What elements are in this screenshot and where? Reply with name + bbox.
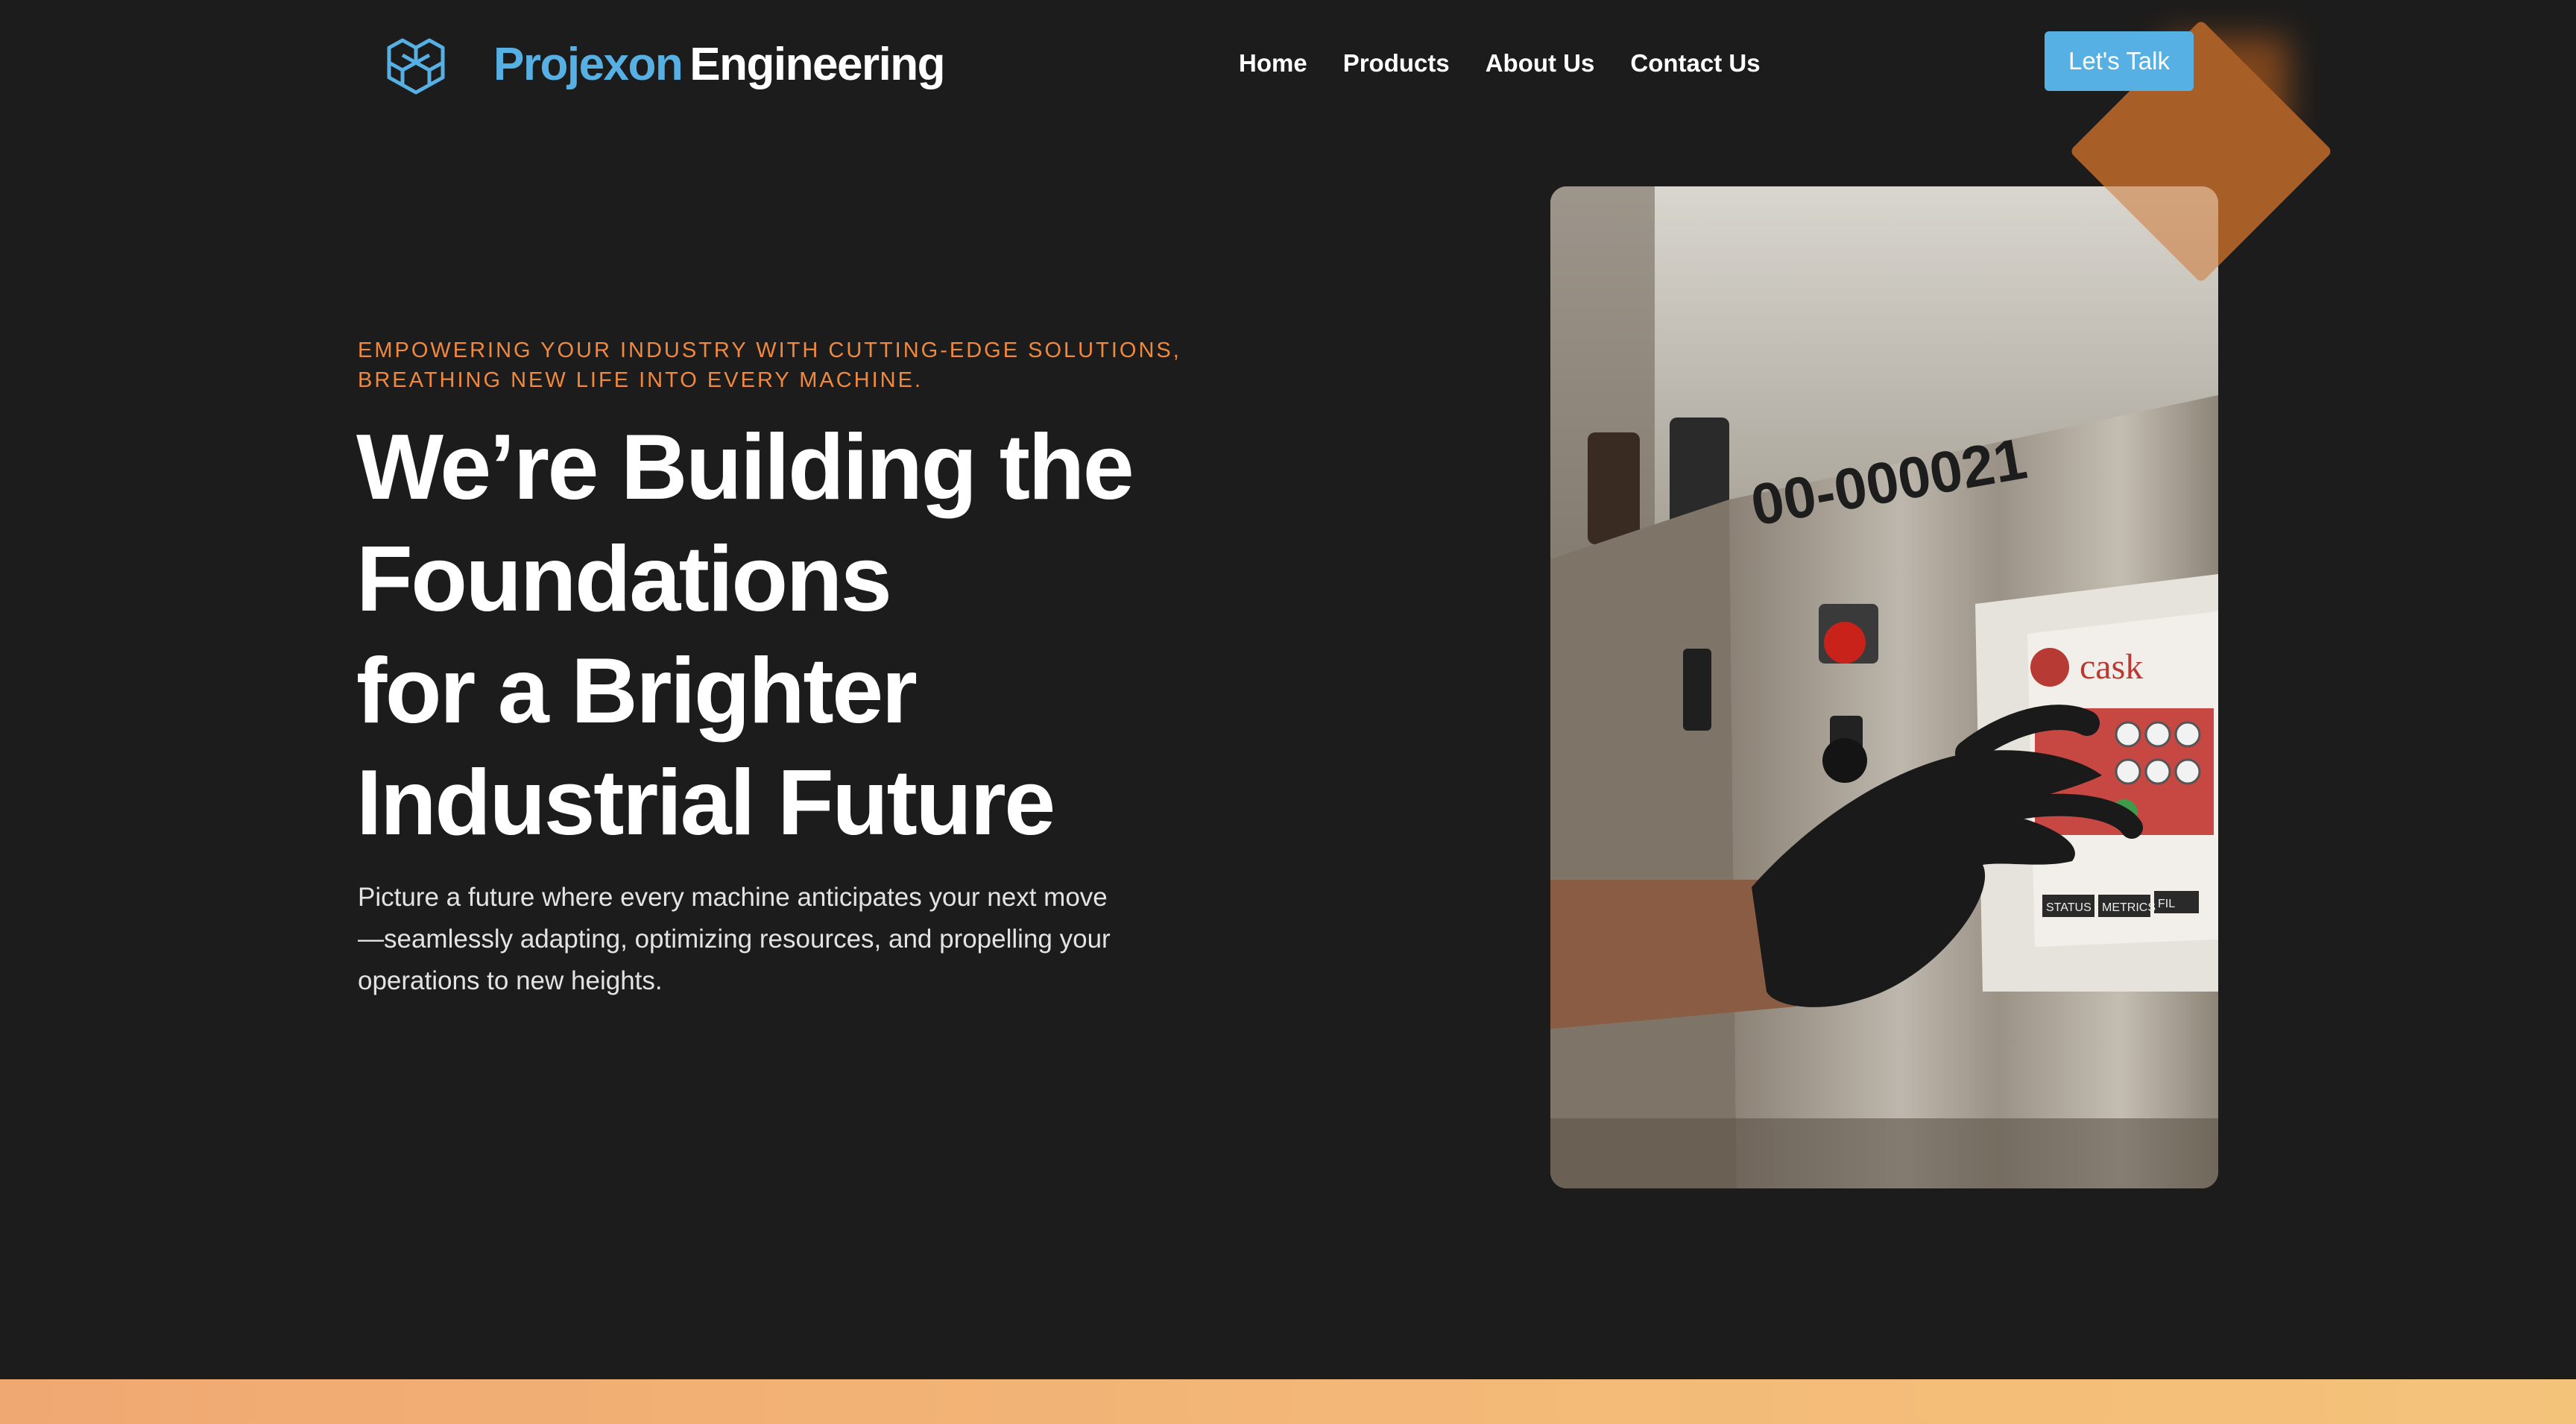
nav-about-us[interactable]: About Us <box>1486 49 1595 78</box>
headline-line: for a Brighter <box>356 640 918 743</box>
hero-eyebrow: Empowering your industry with cutting-ed… <box>358 338 1181 392</box>
hero-headline: We’re Building the Foundations for a Bri… <box>356 412 1400 859</box>
brand-primary: Projexon <box>493 38 684 90</box>
brand-secondary: Engineering <box>689 38 945 90</box>
hero-description: Picture a future where every machine ant… <box>358 883 1111 995</box>
screen-tab-metrics: METRICS <box>2102 901 2156 914</box>
main-nav: Home Products About Us Contact Us <box>1239 42 1761 84</box>
screen-brand: cask <box>2080 647 2143 687</box>
machine-illustration: 00-000021 cask STATUS METRICS FIL <box>1550 186 2218 1188</box>
headline-line: Foundations <box>356 528 892 631</box>
screen-tab-fil: FIL <box>2158 898 2175 910</box>
nav-home[interactable]: Home <box>1239 49 1307 78</box>
nav-products[interactable]: Products <box>1343 49 1450 78</box>
hero-photo: 00-000021 cask STATUS METRICS FIL <box>1550 186 2218 1188</box>
hexagon-cubes-icon <box>387 38 445 95</box>
bottom-gradient-band <box>0 1379 2576 1424</box>
brand-name: Projexon Engineering <box>493 38 946 91</box>
screen-tab-status: STATUS <box>2046 901 2092 914</box>
lets-talk-button[interactable]: Let's Talk <box>2045 31 2194 91</box>
logo-link[interactable]: Projexon Engineering <box>373 27 946 101</box>
nav-contact-us[interactable]: Contact Us <box>1630 49 1760 78</box>
headline-line: We’re Building the <box>356 416 1134 519</box>
headline-line: Industrial Future <box>356 752 1055 854</box>
